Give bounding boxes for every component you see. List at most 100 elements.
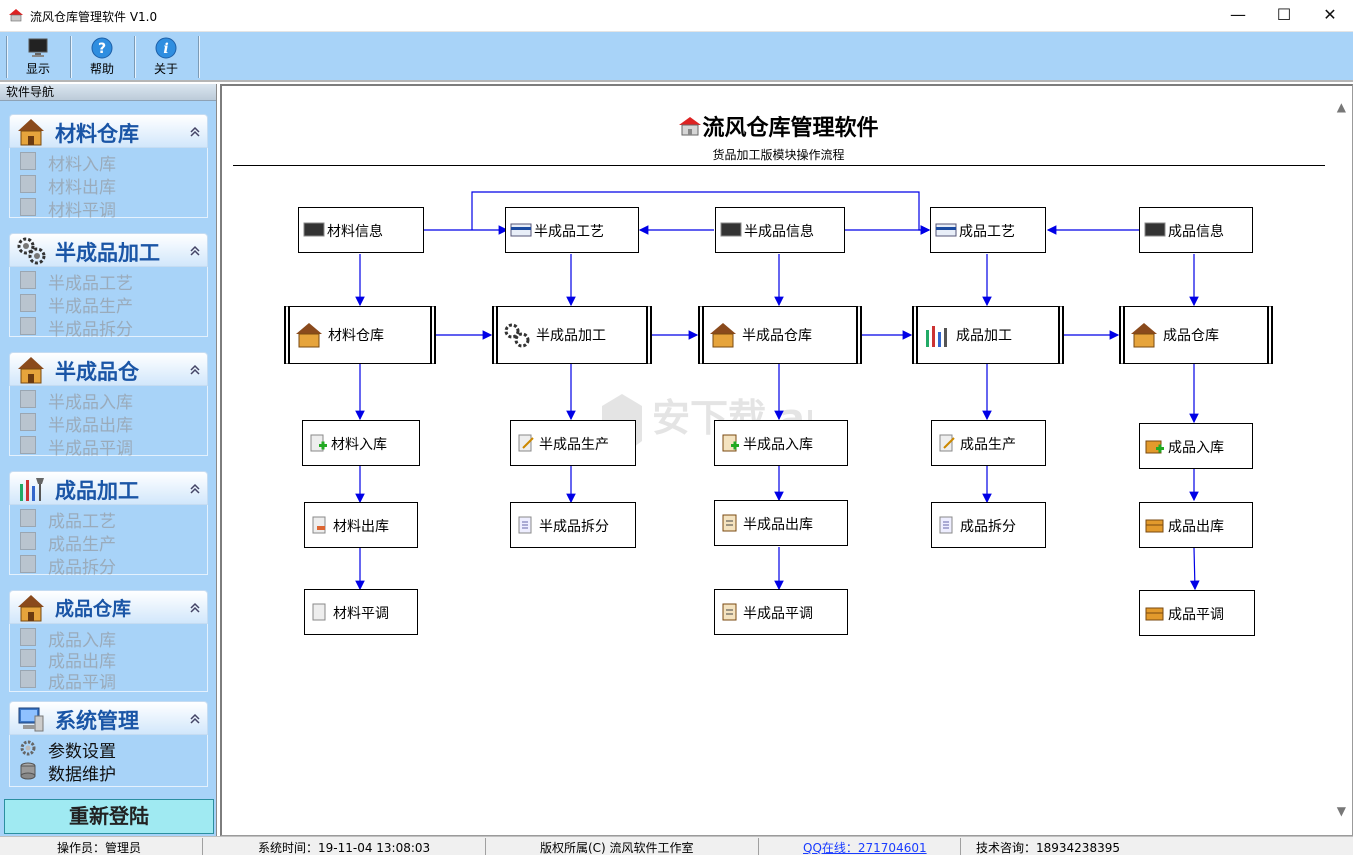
info-icon: i xyxy=(155,37,177,59)
nav-item-product-out[interactable]: 成品出库 xyxy=(10,645,207,672)
warehouse-house-icon xyxy=(18,595,44,622)
nav-group-header[interactable]: 材料仓库 xyxy=(9,114,208,148)
sidebar-title: 软件导航 xyxy=(0,84,216,101)
flow-product-out[interactable]: 成品出库 xyxy=(1139,502,1253,548)
card-icon xyxy=(935,223,957,237)
status-separator xyxy=(758,838,759,855)
flow-product-produce[interactable]: 成品生产 xyxy=(931,420,1046,466)
toolbar: 显示 ? 帮助 i 关于 xyxy=(0,32,1353,82)
flow-panel: ▲ ▼ 流风仓库管理软件 货品加工版模块操作流程 安下载 anxz.com xyxy=(220,84,1353,836)
navigation-sidebar: 软件导航 材料仓库 材料入库 材料出库 材料平调 半成品加工 半成品工艺 半成品… xyxy=(0,84,217,837)
document-remove-icon xyxy=(312,516,326,534)
nav-item-material-in[interactable]: 材料入库 xyxy=(10,148,207,175)
flow-semi-machining[interactable]: 半成品加工 xyxy=(492,306,652,364)
monitor-icon xyxy=(28,38,48,57)
nav-group-items: 参数设置 数据维护 xyxy=(9,735,208,787)
status-support: 技术咨询：18934238395 xyxy=(976,841,1120,855)
flow-product-in[interactable]: 成品入库 xyxy=(1139,423,1253,469)
document-icon xyxy=(20,436,36,454)
help-button[interactable]: ? 帮助 xyxy=(71,34,133,79)
minimize-button[interactable]: — xyxy=(1215,0,1261,31)
nav-item-product-in[interactable]: 成品入库 xyxy=(10,624,207,651)
box-icon xyxy=(1145,519,1164,533)
nav-item-semi-produce[interactable]: 半成品生产 xyxy=(10,290,207,317)
nav-item-data-maintenance[interactable]: 数据维护 xyxy=(10,758,207,785)
flow-semi-warehouse[interactable]: 半成品仓库 xyxy=(698,306,862,364)
relogin-button[interactable]: 重新登陆 xyxy=(4,799,214,834)
flow-semi-info[interactable]: 半成品信息 xyxy=(715,207,845,253)
nav-item-semi-in[interactable]: 半成品入库 xyxy=(10,386,207,413)
help-icon: ? xyxy=(91,37,113,59)
nav-group-header[interactable]: 成品加工 xyxy=(9,471,208,505)
document-icon xyxy=(20,198,36,216)
app-house-icon xyxy=(9,9,23,22)
nav-item-product-process[interactable]: 成品工艺 xyxy=(10,505,207,532)
monitor-icon xyxy=(720,222,742,237)
nav-item-semi-out[interactable]: 半成品出库 xyxy=(10,409,207,436)
flow-product-warehouse[interactable]: 成品仓库 xyxy=(1119,306,1273,364)
nav-item-product-split[interactable]: 成品拆分 xyxy=(10,551,207,578)
nav-item-material-out[interactable]: 材料出库 xyxy=(10,171,207,198)
collapse-chevron-icon[interactable] xyxy=(188,244,202,258)
status-time: 系统时间：19-11-04 13:08:03 xyxy=(258,841,431,855)
flow-semi-in[interactable]: 半成品入库 xyxy=(714,420,848,466)
nav-item-product-transfer[interactable]: 成品平调 xyxy=(10,666,207,693)
flow-material-info[interactable]: 材料信息 xyxy=(298,207,424,253)
nav-item-semi-transfer[interactable]: 半成品平调 xyxy=(10,432,207,459)
collapse-chevron-icon[interactable] xyxy=(188,482,202,496)
clipboard-add-icon xyxy=(722,434,739,452)
nav-group-header[interactable]: 半成品仓 xyxy=(9,352,208,386)
nav-item-material-transfer[interactable]: 材料平调 xyxy=(10,194,207,221)
nav-group-header[interactable]: 半成品加工 xyxy=(9,233,208,267)
nav-group-semi-machining: 半成品加工 半成品工艺 半成品生产 半成品拆分 xyxy=(9,233,208,340)
flow-semi-out[interactable]: 半成品出库 xyxy=(714,500,848,546)
collapse-chevron-icon[interactable] xyxy=(188,601,202,615)
flow-product-split[interactable]: 成品拆分 xyxy=(931,502,1046,548)
flow-product-machining[interactable]: 成品加工 xyxy=(912,306,1064,364)
nav-group-semi-warehouse: 半成品仓 半成品入库 半成品出库 半成品平调 xyxy=(9,352,208,459)
nav-item-settings[interactable]: 参数设置 xyxy=(10,735,207,762)
document-list-icon xyxy=(939,516,953,534)
flow-semi-process[interactable]: 半成品工艺 xyxy=(505,207,639,253)
flow-product-info[interactable]: 成品信息 xyxy=(1139,207,1253,253)
qq-online-link[interactable]: QQ在线：271704601 xyxy=(803,839,927,855)
warehouse-house-icon xyxy=(296,323,322,348)
svg-text:i: i xyxy=(163,41,168,57)
collapse-chevron-icon[interactable] xyxy=(188,125,202,139)
collapse-chevron-icon[interactable] xyxy=(188,712,202,726)
nav-item-product-produce[interactable]: 成品生产 xyxy=(10,528,207,555)
flow-material-transfer[interactable]: 材料平调 xyxy=(304,589,418,635)
status-separator xyxy=(202,838,203,855)
tools-icon xyxy=(926,326,947,347)
collapse-chevron-icon[interactable] xyxy=(188,363,202,377)
flow-semi-produce[interactable]: 半成品生产 xyxy=(510,420,636,466)
flow-semi-split[interactable]: 半成品拆分 xyxy=(510,502,636,548)
nav-group-header[interactable]: 系统管理 xyxy=(9,701,208,735)
warehouse-house-icon xyxy=(1131,323,1157,348)
display-button[interactable]: 显示 xyxy=(7,34,69,79)
flow-material-out[interactable]: 材料出库 xyxy=(304,502,418,548)
maximize-button[interactable]: ☐ xyxy=(1261,0,1307,31)
document-list-icon xyxy=(518,516,532,534)
nav-item-semi-process[interactable]: 半成品工艺 xyxy=(10,267,207,294)
nav-group-items: 材料入库 材料出库 材料平调 xyxy=(9,148,208,221)
flow-semi-transfer[interactable]: 半成品平调 xyxy=(714,589,848,635)
flow-material-in[interactable]: 材料入库 xyxy=(302,420,420,466)
database-icon xyxy=(20,762,36,780)
flow-product-process[interactable]: 成品工艺 xyxy=(930,207,1046,253)
document-icon xyxy=(20,555,36,573)
monitor-icon xyxy=(303,222,325,237)
nav-group-header[interactable]: 成品仓库 xyxy=(9,590,208,624)
about-button[interactable]: i 关于 xyxy=(135,34,197,79)
window-title: 流风仓库管理软件 V1.0 xyxy=(30,10,158,24)
nav-item-semi-split[interactable]: 半成品拆分 xyxy=(10,313,207,340)
close-button[interactable]: ✕ xyxy=(1307,0,1353,31)
flow-material-warehouse[interactable]: 材料仓库 xyxy=(284,306,436,364)
document-icon xyxy=(20,294,36,312)
card-icon xyxy=(510,223,532,237)
flow-product-transfer[interactable]: 成品平调 xyxy=(1139,590,1255,636)
toolbar-separator xyxy=(198,36,200,78)
nav-group-items: 成品入库 成品出库 成品平调 xyxy=(9,624,208,693)
document-add-icon xyxy=(310,434,327,452)
status-separator xyxy=(485,838,486,855)
